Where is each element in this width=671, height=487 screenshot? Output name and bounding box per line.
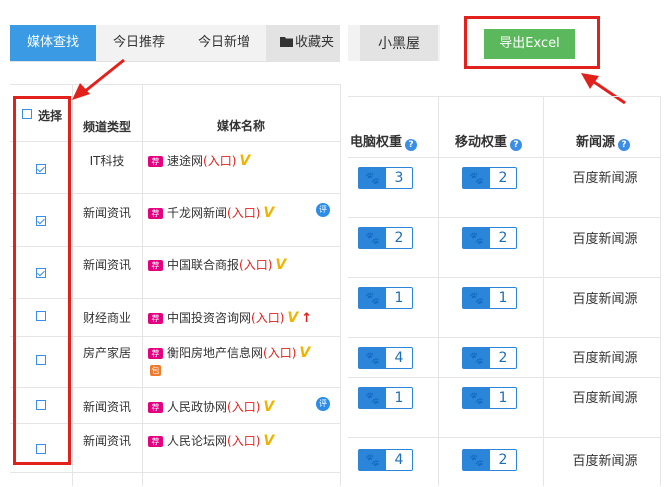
news-source-value: 百度新闻源	[572, 351, 638, 366]
col-divider	[438, 96, 439, 486]
help-icon[interactable]: ?	[510, 139, 523, 151]
row-divider	[348, 337, 661, 338]
col-divider	[660, 96, 661, 486]
mobile-weight-badge: 🐾 2	[462, 347, 517, 369]
pc-weight-badge: 🐾 1	[358, 387, 413, 409]
pc-weight-badge: 🐾 3	[358, 167, 413, 189]
pc-weight-badge: 🐾 4	[358, 449, 413, 471]
row-divider	[348, 377, 661, 378]
arrow-to-select-column	[72, 58, 125, 100]
baidu-paw-icon: 🐾	[359, 288, 386, 308]
mobile-weight-value: 2	[498, 350, 508, 366]
baidu-paw-icon: 🐾	[359, 168, 386, 188]
help-icon[interactable]: ?	[618, 139, 631, 151]
pc-weight-badge: 🐾 4	[358, 347, 413, 369]
row-divider	[348, 157, 661, 158]
news-source-value: 百度新闻源	[572, 454, 638, 469]
mobile-weight-value: 2	[498, 230, 508, 246]
mobile-weight-value: 2	[498, 170, 508, 186]
news-source-value: 百度新闻源	[572, 292, 638, 307]
mobile-weight-value: 1	[498, 290, 508, 306]
pc-weight-badge: 🐾 2	[358, 227, 413, 249]
baidu-paw-icon: 🐾	[359, 228, 386, 248]
header-mobile-weight: 移动权重?	[455, 131, 523, 151]
news-source-value: 百度新闻源	[572, 391, 638, 406]
pc-weight-value: 4	[394, 350, 404, 366]
header-pc-weight-label: 电脑权重	[350, 135, 403, 150]
baidu-paw-icon: 🐾	[359, 388, 386, 408]
baidu-paw-icon: 🐾	[463, 450, 490, 470]
baidu-paw-icon: 🐾	[463, 348, 490, 368]
col-divider	[543, 96, 544, 486]
pc-weight-value: 3	[394, 170, 404, 186]
pc-weight-value: 1	[394, 290, 404, 306]
row-divider	[348, 96, 661, 97]
baidu-paw-icon: 🐾	[359, 450, 386, 470]
mobile-weight-badge: 🐾 1	[462, 387, 517, 409]
mobile-weight-badge: 🐾 2	[462, 167, 517, 189]
baidu-paw-icon: 🐾	[463, 168, 490, 188]
mobile-weight-value: 1	[498, 390, 508, 406]
header-news-source-label: 新闻源	[576, 135, 616, 150]
mobile-weight-badge: 🐾 2	[462, 449, 517, 471]
mobile-weight-badge: 🐾 2	[462, 227, 517, 249]
mobile-weight-badge: 🐾 1	[462, 287, 517, 309]
baidu-paw-icon: 🐾	[463, 288, 490, 308]
pc-weight-value: 4	[394, 452, 404, 468]
pc-weight-value: 1	[394, 390, 404, 406]
header-mobile-weight-label: 移动权重	[455, 135, 508, 150]
row-divider	[348, 277, 661, 278]
row-divider	[348, 217, 661, 218]
header-news-source: 新闻源?	[576, 131, 631, 151]
baidu-paw-icon: 🐾	[359, 348, 386, 368]
mobile-weight-value: 2	[498, 452, 508, 468]
help-icon[interactable]: ?	[405, 139, 418, 151]
baidu-paw-icon: 🐾	[463, 388, 490, 408]
pc-weight-badge: 🐾 1	[358, 287, 413, 309]
arrow-to-export-button	[581, 73, 626, 105]
baidu-paw-icon: 🐾	[463, 228, 490, 248]
row-divider	[348, 437, 661, 438]
news-source-value: 百度新闻源	[572, 171, 638, 186]
pc-weight-value: 2	[394, 230, 404, 246]
header-pc-weight: 电脑权重?	[350, 131, 418, 151]
news-source-value: 百度新闻源	[572, 232, 638, 247]
